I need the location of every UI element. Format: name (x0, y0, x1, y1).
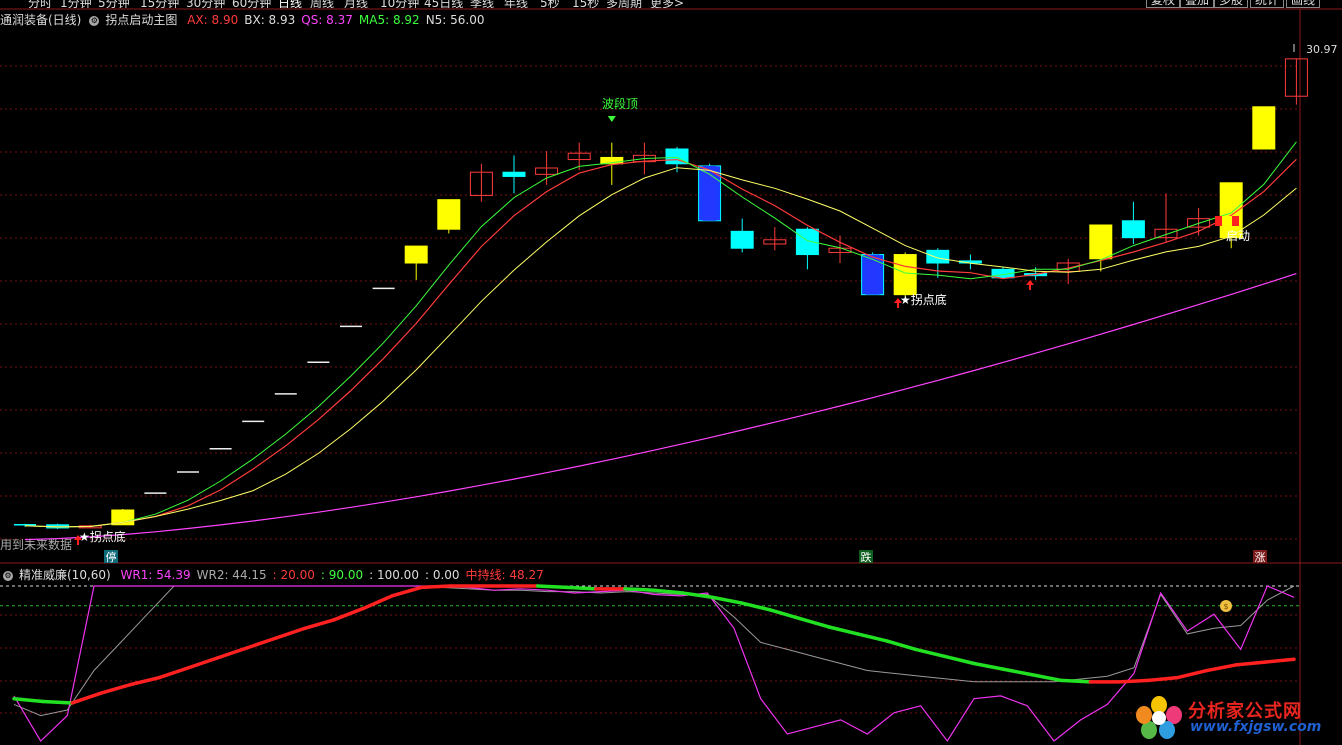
flower-logo-icon (1136, 696, 1182, 739)
mid-hold-line-segment (1175, 668, 1209, 680)
candle-body (730, 230, 754, 249)
launch-marker-inner (1222, 216, 1232, 226)
candle-body (1252, 106, 1276, 150)
mid-hold-line-segment (41, 699, 74, 705)
sub-indicator-name[interactable]: 精准威廉(10,60) (19, 568, 111, 582)
mid-hold-line-segment (652, 588, 685, 595)
sub-legend-item-0: WR1: 54.39 (120, 568, 191, 582)
mid-hold-line-segment (535, 584, 569, 590)
mid-hold-line-segment (739, 601, 773, 612)
watermark-url[interactable]: www.fxjgsw.com (1190, 719, 1321, 735)
mid-hold-line-segment (943, 654, 976, 666)
mid-hold-line-segment (1001, 667, 1034, 677)
badge-rise-text: 涨 (1255, 551, 1266, 564)
mid-hold-line-segment (419, 584, 453, 590)
mid-hold-line-segment (855, 632, 889, 643)
mid-hold-line-segment (1030, 673, 1064, 683)
mid-hold-line-segment (244, 636, 278, 650)
money-bag-symbol: $ (1223, 602, 1228, 611)
mid-hold-line-segment (914, 647, 947, 659)
mid-hold-line-segment (1263, 657, 1296, 664)
mid-hold-line-segment (332, 606, 365, 622)
sub-legend-item-2: : 20.00 (272, 568, 315, 582)
mid-hold-line-segment (797, 616, 831, 629)
ma5-line (24, 141, 1297, 528)
mid-hold-line-segment (361, 594, 394, 611)
badge-fall-text: 跌 (861, 550, 872, 564)
mid-hold-line-segment (1117, 678, 1151, 684)
candle-body (404, 245, 428, 264)
candle-body (437, 199, 461, 230)
ax-line (24, 158, 1297, 528)
turn-bottom-label-2: ★拐点底 (900, 292, 947, 307)
candle-body-inner (865, 254, 880, 295)
wave-top-arrow (607, 116, 616, 122)
mid-hold-line-segment (99, 682, 133, 695)
up-arrow-icon (1026, 280, 1034, 290)
mid-hold-line-segment (390, 585, 424, 598)
candle-body (1089, 224, 1113, 260)
candle-body (795, 228, 819, 256)
settings-icon[interactable]: ⚙ (3, 570, 13, 581)
candle-body (1121, 220, 1145, 239)
sub-legend-item-1: WR2: 44.15 (196, 568, 267, 582)
mid-hold-line-segment (70, 691, 104, 705)
mid-hold-line-segment (186, 656, 220, 670)
mid-hold-line-segment (303, 618, 336, 631)
mid-hold-line-segment (1204, 663, 1238, 673)
sub-legend-item-4: : 100.00 (369, 568, 419, 582)
candle-body (502, 171, 526, 177)
chart-canvas[interactable]: 30.97 波段顶 ★拐点底 ★拐点底 启动用到未来数据停 跌 涨 $ (0, 0, 1342, 745)
turn-bottom-label-1: ★拐点底 (79, 529, 126, 544)
mid-hold-line-segment (215, 646, 249, 660)
mid-hold-line-segment (1059, 678, 1093, 684)
future-data-note: 用到未来数据 (0, 537, 72, 552)
mid-hold-line-segment (274, 626, 307, 640)
mid-hold-line-segment (623, 587, 656, 592)
mid-hold-line-segment (157, 665, 191, 680)
wave-top-label: 波段顶 (602, 96, 638, 111)
mid-hold-line-segment (826, 625, 860, 636)
launch-label: 启动 (1226, 229, 1250, 243)
mid-hold-line-segment (972, 661, 1005, 671)
candle-body (926, 249, 950, 264)
mid-hold-line-segment (1234, 660, 1267, 667)
candle-body (893, 254, 917, 296)
sub-legend-item-5: : 0.00 (424, 568, 460, 582)
mid-hold-line-segment (768, 608, 802, 621)
price-high-label: 30.97 (1306, 43, 1338, 56)
mid-hold-line-segment (1146, 675, 1180, 683)
bx-line (24, 167, 1297, 528)
sub-legend-item-3: : 90.00 (320, 568, 364, 582)
mid-hold-line-segment (564, 585, 598, 591)
sub-legend-item-6: 中持线: 48.27 (465, 568, 544, 582)
qs-line (24, 273, 1297, 541)
badge-stop-text: 停 (106, 550, 117, 564)
sub-legend: ⚙ 精准威廉(10,60) WR1: 54.39 WR2: 44.15 : 20.00… (0, 566, 556, 582)
mid-hold-line-segment (12, 696, 45, 704)
watermark-logo: 分析家公式网 www.fxjgsw.com (1132, 695, 1332, 739)
